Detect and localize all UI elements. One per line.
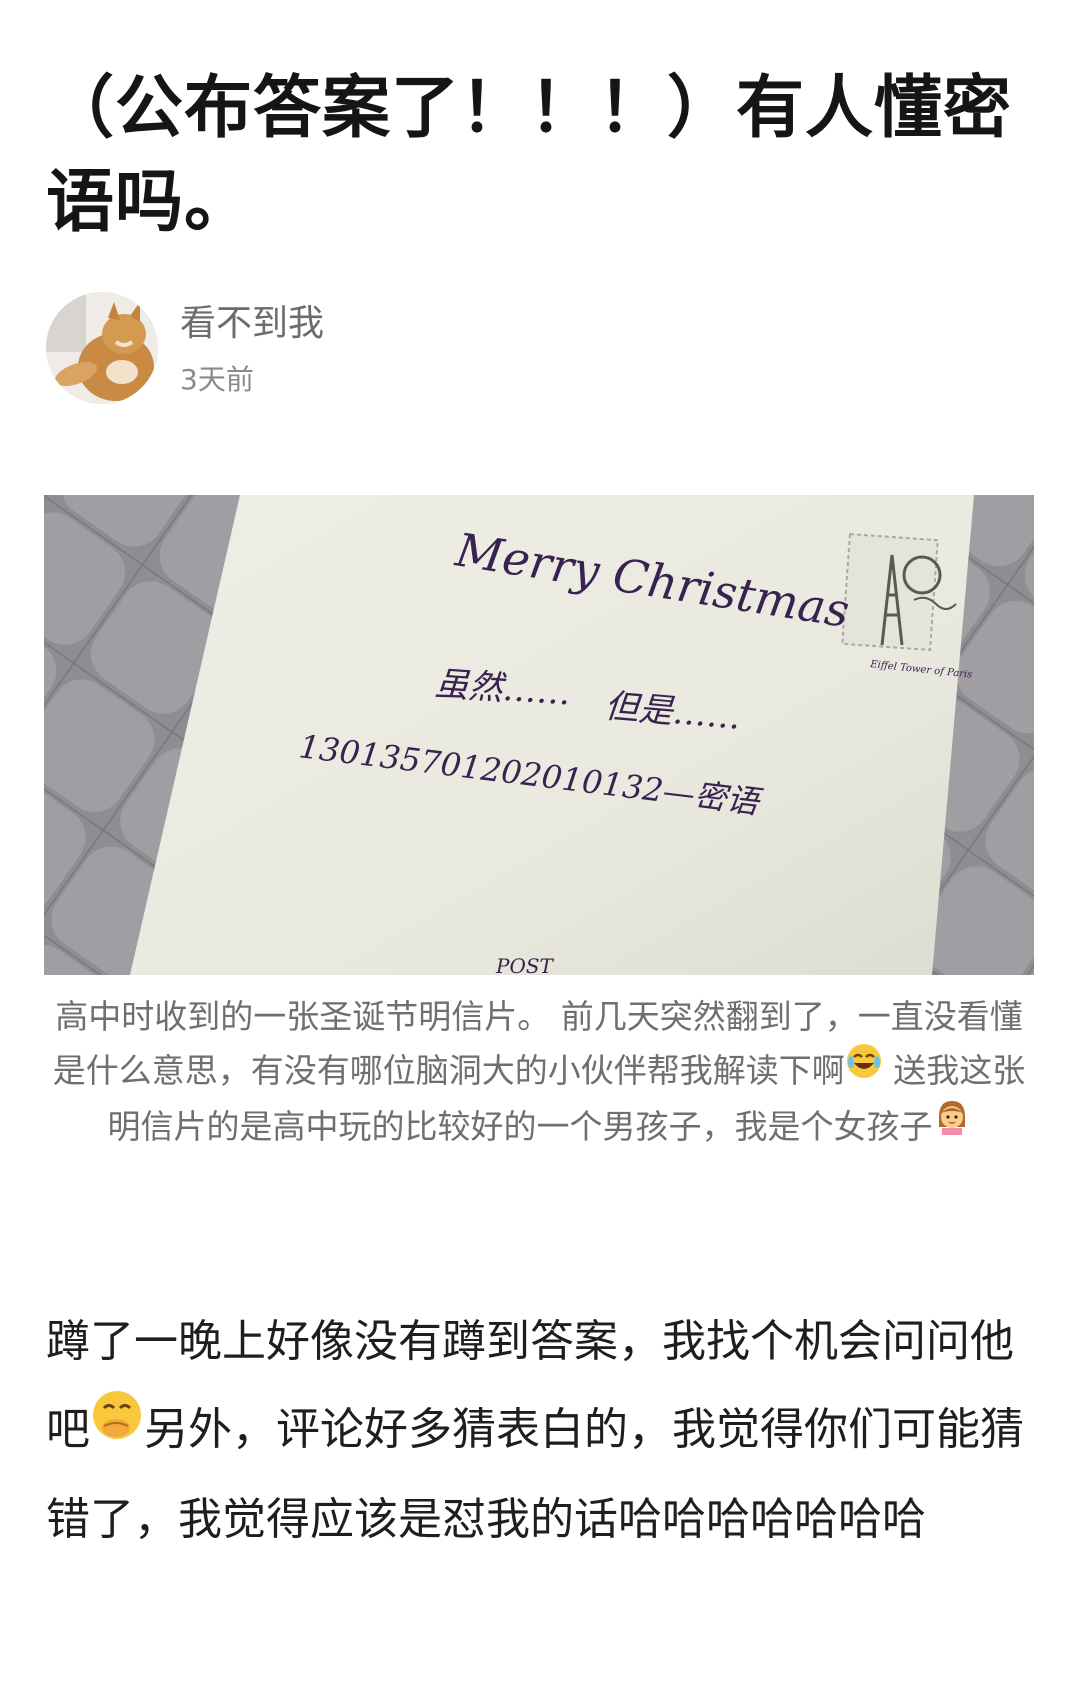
cat-avatar-icon — [46, 292, 158, 404]
image-caption: 高中时收到的一张圣诞节明信片。 前几天突然翻到了，一直没看懂是什么意思，有没有哪… — [44, 990, 1034, 1155]
author-name[interactable]: 看不到我 — [180, 302, 324, 346]
hand-over-mouth-icon — [90, 1384, 144, 1472]
avatar[interactable] — [46, 292, 158, 404]
girl-icon — [933, 1097, 971, 1151]
post-time: 3天前 — [180, 363, 254, 396]
post-page: （公布答案了！！！）有人懂密语吗。 看不到我 3天前 Eiffel Tower … — [0, 0, 1080, 1685]
laughing-tears-icon — [845, 1042, 883, 1096]
post-body: 蹲了一晚上好像没有蹲到答案，我找个机会问问他吧 另外，评论好多猜表白的，我觉得你… — [46, 1298, 1036, 1564]
postcard-photo[interactable]: Eiffel Tower of Paris Merry Christmas 虽然… — [44, 495, 1034, 975]
body-text-2: 另外，评论好多猜表白的，我觉得你们可能猜错了，我觉得应该是怼我的话哈哈哈哈哈哈哈 — [46, 1404, 1024, 1545]
postcard-footer: POST — [495, 954, 555, 975]
post-title: （公布答案了！！！）有人懂密语吗。 — [46, 69, 1013, 242]
author-row[interactable]: 看不到我 3天前 — [46, 292, 946, 406]
